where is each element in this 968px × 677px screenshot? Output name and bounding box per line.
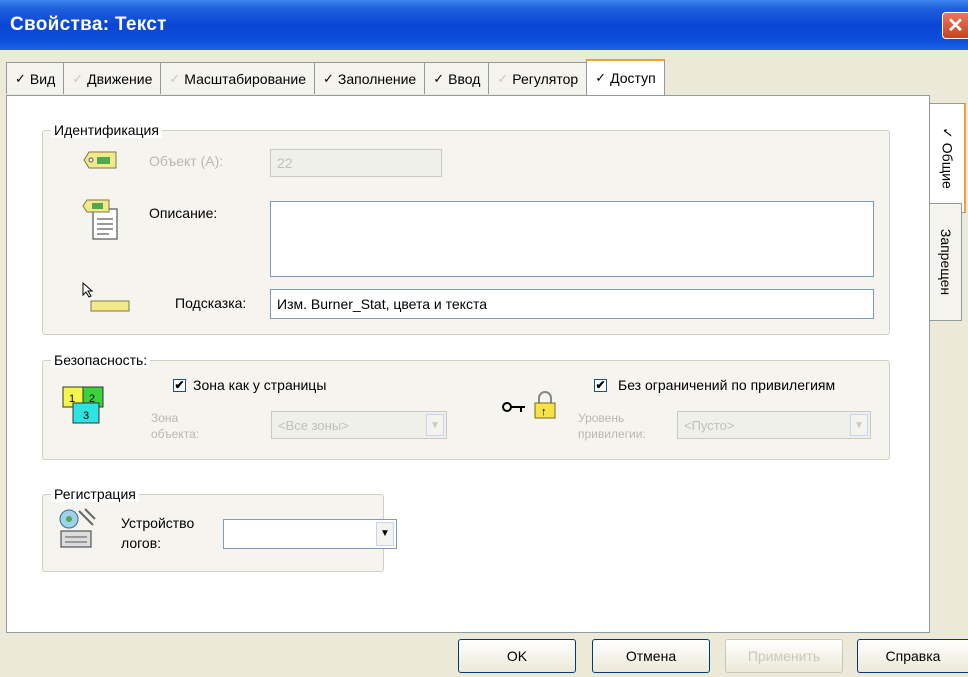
log-device-icon xyxy=(59,508,96,548)
side-tab-general[interactable]: ✓ Общие xyxy=(930,103,966,213)
zone-number: 1 xyxy=(69,393,75,405)
side-tab-prohibited[interactable]: Запрещен xyxy=(930,203,962,321)
window-title: Свойства: Текст xyxy=(10,14,167,35)
tab-regulator[interactable]: ✓ Регулятор xyxy=(488,62,588,94)
tab-label: Ввод xyxy=(448,70,481,87)
tab-scaling[interactable]: ✓ Масштабирование xyxy=(160,62,315,94)
tab-label: Масштабирование xyxy=(184,70,306,87)
svg-text:↑: ↑ xyxy=(541,406,547,418)
check-icon: ✓ xyxy=(15,70,26,86)
privilege-level-value: <Пусто> xyxy=(684,418,735,433)
tab-label: Доступ xyxy=(610,70,656,86)
registration-group: Регистрация Устройство логов: ▼ xyxy=(42,486,397,572)
zone-checkbox[interactable]: ✔ xyxy=(173,379,186,392)
object-zone-value: <Все зоны> xyxy=(278,418,349,433)
identification-group: Идентификация Объект (А): 22 Описание: П… xyxy=(42,122,890,335)
registration-legend: Регистрация xyxy=(51,486,139,502)
tab-input[interactable]: ✓ Ввод xyxy=(424,62,490,94)
chevron-down-icon: ▼ xyxy=(426,414,444,436)
apply-button[interactable]: Применить xyxy=(725,639,843,673)
hint-label: Подсказка: xyxy=(175,295,247,311)
button-bar: OK Отмена Применить Справка xyxy=(0,633,968,677)
title-bar: Свойства: Текст ✕ xyxy=(0,0,968,50)
check-icon: ✓ xyxy=(322,70,334,86)
document-tag-icon xyxy=(82,199,118,240)
check-icon: ✓ xyxy=(497,70,509,86)
chevron-down-icon: ▼ xyxy=(376,522,394,546)
tab-strip: ✓ Вид ✓ Движение ✓ Масштабирование ✓ Заполне… xyxy=(6,59,665,96)
tab-label: Движение xyxy=(87,70,153,87)
check-icon: ✓ xyxy=(169,70,181,86)
object-zone-label-2: объекта: xyxy=(151,427,200,441)
description-scrollbar[interactable] xyxy=(851,205,869,273)
side-tab-label: ✓ Общие xyxy=(939,127,956,189)
zone-number: 2 xyxy=(89,393,95,405)
hint-pointer-icon xyxy=(82,281,130,312)
tab-movement[interactable]: ✓ Движение xyxy=(63,62,162,94)
check-icon: ✓ xyxy=(433,70,445,86)
description-label: Описание: xyxy=(149,205,218,221)
zone-number: 3 xyxy=(83,410,89,422)
device-label-1: Устройство xyxy=(121,515,195,531)
identification-legend: Идентификация xyxy=(51,122,162,138)
close-button[interactable]: ✕ xyxy=(942,12,968,39)
device-label-2: логов: xyxy=(121,535,162,551)
tab-view[interactable]: ✓ Вид xyxy=(6,62,65,94)
object-label: Объект (А): xyxy=(149,153,224,169)
tab-label: Вид xyxy=(29,70,56,87)
privilege-checkbox[interactable]: ✔ xyxy=(594,379,607,392)
security-group: Безопасность: 1 2 3 ✔ Зона как у страниц… xyxy=(42,352,890,460)
object-zone-label-1: Зона xyxy=(151,411,179,425)
cancel-button[interactable]: Отмена xyxy=(592,639,710,673)
privilege-level-label-1: Уровень xyxy=(578,411,625,425)
object-zone-select[interactable]: <Все зоны> ▼ xyxy=(271,411,447,439)
security-legend: Безопасность: xyxy=(51,352,151,368)
tab-label: Регулятор xyxy=(512,70,579,87)
key-lock-icon: ↑ xyxy=(502,391,556,419)
check-icon: ✓ xyxy=(72,70,84,86)
object-field[interactable]: 22 xyxy=(270,149,442,177)
privilege-checkbox-label: Без ограничений по привилегиям xyxy=(618,377,836,393)
zone-checkbox-label: Зона как у страницы xyxy=(193,377,327,393)
side-tab-label: Запрещен xyxy=(937,228,954,296)
chevron-down-icon: ▼ xyxy=(850,414,868,436)
check-icon: ✓ xyxy=(595,70,607,85)
help-button[interactable]: Справка xyxy=(857,639,968,673)
ok-button[interactable]: OK xyxy=(458,639,576,673)
close-icon: ✕ xyxy=(947,15,964,37)
tab-fill[interactable]: ✓ Заполнение xyxy=(313,62,426,94)
tab-access[interactable]: ✓ Доступ xyxy=(586,59,665,95)
description-textarea[interactable] xyxy=(270,201,874,277)
tag-icon xyxy=(83,151,117,169)
tab-panel-access: Идентификация Объект (А): 22 Описание: П… xyxy=(6,95,930,633)
tab-label: Заполнение xyxy=(337,70,417,87)
privilege-level-select[interactable]: <Пусто> ▼ xyxy=(677,411,871,439)
log-device-select[interactable]: ▼ xyxy=(223,519,397,549)
hint-field[interactable]: Изм. Burner_Stat, цвета и текста xyxy=(270,289,874,319)
privilege-level-label-2: привилегии: xyxy=(578,427,646,441)
security-zones-icon: 1 2 3 xyxy=(62,386,104,424)
